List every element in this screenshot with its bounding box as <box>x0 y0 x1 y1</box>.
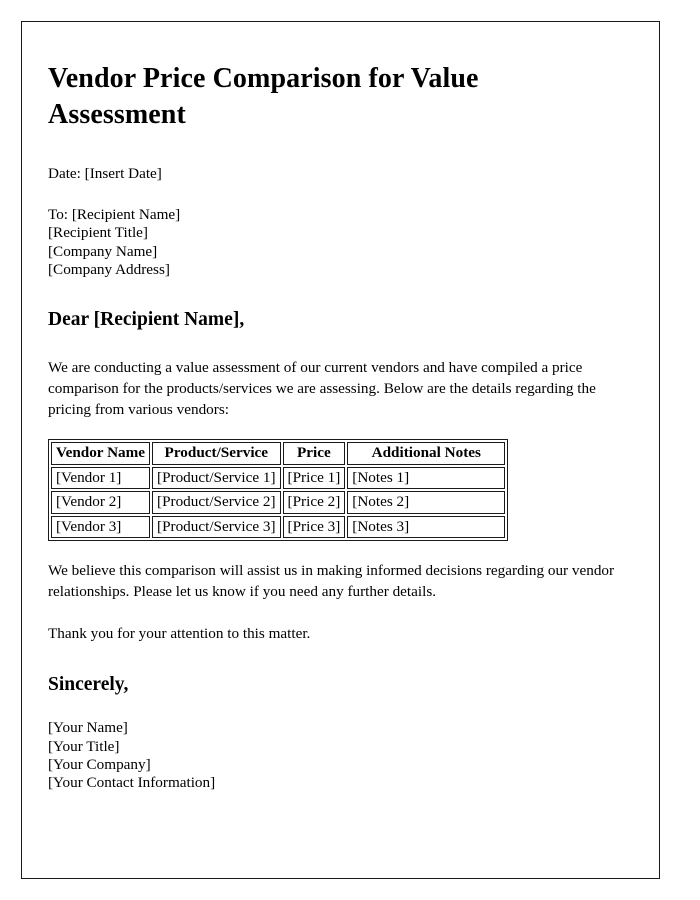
cell-additional-notes: [Notes 3] <box>347 515 506 539</box>
cell-product-service: [Product/Service 1] <box>152 466 281 490</box>
cell-price: [Price 3] <box>282 515 346 539</box>
date-line: Date: [Insert Date] <box>48 165 162 183</box>
signature-title-line: [Your Title] <box>48 737 120 755</box>
cell-product-service: [Product/Service 3] <box>152 515 281 539</box>
signature-company-line: [Your Company] <box>48 755 151 773</box>
table-row: [Vendor 3] [Product/Service 3] [Price 3]… <box>51 515 506 539</box>
document-page: Vendor Price Comparison for Value Assess… <box>21 21 660 879</box>
column-header-product-service: Product/Service <box>152 442 281 465</box>
table-header-row: Vendor Name Product/Service Price Additi… <box>51 442 506 465</box>
page-title: Vendor Price Comparison for Value Assess… <box>48 63 479 131</box>
recipient-title-line: [Recipient Title] <box>48 224 148 242</box>
table-header: Vendor Name Product/Service Price Additi… <box>51 442 506 465</box>
cell-price: [Price 1] <box>282 466 346 490</box>
signature-contact-line: [Your Contact Information] <box>48 774 216 792</box>
comparison-table-container: Vendor Name Product/Service Price Additi… <box>48 439 631 542</box>
cell-vendor-name: [Vendor 2] <box>51 491 151 514</box>
cell-vendor-name: [Vendor 1] <box>51 466 151 490</box>
table-row: [Vendor 2] [Product/Service 2] [Price 2]… <box>51 491 506 514</box>
body-paragraph-1: We are conducting a value assessment of … <box>48 358 596 418</box>
table-row: [Vendor 1] [Product/Service 1] [Price 1]… <box>51 466 506 490</box>
cell-additional-notes: [Notes 2] <box>347 491 506 514</box>
body-paragraph-3: Thank you for your attention to this mat… <box>48 624 311 642</box>
vendor-comparison-table: Vendor Name Product/Service Price Additi… <box>48 439 509 542</box>
cell-additional-notes: [Notes 1] <box>347 466 506 490</box>
signature-block: [Your Name] [Your Title] [Your Company] … <box>48 719 631 793</box>
table-body: [Vendor 1] [Product/Service 1] [Price 1]… <box>51 466 506 539</box>
column-header-additional-notes: Additional Notes <box>347 442 506 465</box>
document-body: Vendor Price Comparison for Value Assess… <box>22 22 659 793</box>
closing-salutation: Sincerely, <box>48 673 129 695</box>
recipient-to-line: To: [Recipient Name] <box>48 206 181 224</box>
body-paragraph-2: We believe this comparison will assist u… <box>48 562 615 601</box>
cell-product-service: [Product/Service 2] <box>152 491 281 514</box>
recipient-company-line: [Company Name] <box>48 242 158 260</box>
signature-name-line: [Your Name] <box>48 719 128 737</box>
column-header-price: Price <box>282 442 346 465</box>
recipient-block: To: [Recipient Name] [Recipient Title] [… <box>48 206 631 280</box>
cell-vendor-name: [Vendor 3] <box>51 515 151 539</box>
salutation: Dear [Recipient Name], <box>48 308 245 330</box>
column-header-vendor-name: Vendor Name <box>51 442 151 465</box>
cell-price: [Price 2] <box>282 491 346 514</box>
recipient-address-line: [Company Address] <box>48 261 170 279</box>
